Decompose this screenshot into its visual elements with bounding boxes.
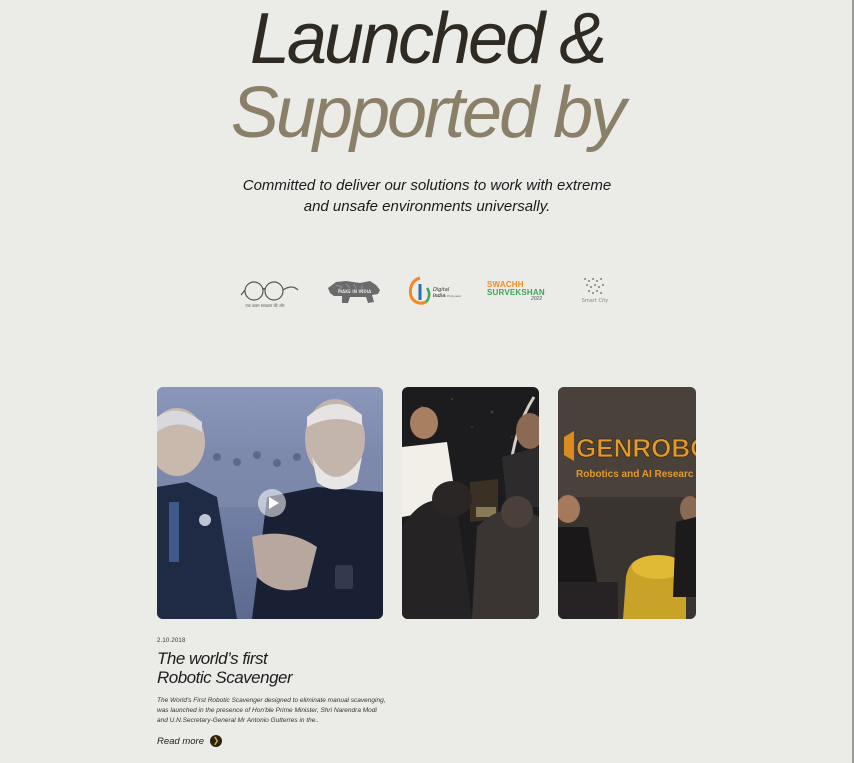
story-date: 2.10.2018: [157, 638, 186, 644]
subtitle-line2: and unsafe environments universally.: [303, 198, 551, 215]
survekshan-year: 2022: [531, 296, 543, 302]
make-in-india-text: MAKE IN INDIA: [338, 289, 372, 294]
digital-india-icon: [408, 276, 431, 305]
story-description: The World's First Robotic Scavenger desi…: [157, 697, 386, 724]
award-photo: [402, 387, 539, 619]
genrobot-subsign: Robotics and AI Researc: [576, 469, 694, 480]
hero-title-line2: Supported by: [230, 73, 626, 153]
digital-india-subtext: Power To Empower: [433, 294, 462, 298]
arrow-right-icon: ❯: [210, 735, 222, 747]
smart-city-logo: Smart City: [578, 276, 612, 308]
play-button[interactable]: [258, 489, 286, 517]
hero-title-line1: Launched &: [249, 0, 607, 79]
smart-city-icon: [584, 278, 604, 294]
genrobotics-photo: GENROBOT Robotics and AI Researc: [558, 387, 696, 619]
subtitle-line1: Committed to deliver our solutions to wo…: [242, 177, 612, 194]
read-more-link[interactable]: Read more ❯: [157, 735, 222, 747]
swachh-survekshan-logo: SWACHH SURVEKSHAN 2022: [487, 280, 551, 304]
hero-subtitle: Committed to deliver our solutions to wo…: [0, 175, 854, 217]
smart-city-text: Smart City: [581, 298, 609, 304]
genrobot-sign: GENROBOT: [576, 433, 696, 463]
swachh-bharat-logo: एक कदम स्वच्छता की ओर: [240, 278, 300, 312]
video-card-launch[interactable]: [157, 387, 383, 619]
partner-logos: एक कदम स्वच्छता की ओर MAKE IN INDIA Digi…: [0, 270, 854, 314]
make-in-india-logo: MAKE IN INDIA: [326, 278, 382, 306]
digital-india-logo: Digital India Power To Empower: [408, 276, 462, 308]
photo-card-genrobotics[interactable]: GENROBOT Robotics and AI Researc: [558, 387, 696, 619]
read-more-label: Read more: [157, 735, 204, 747]
swachh-bharat-text: एक कदम स्वच्छता की ओर: [245, 303, 285, 308]
story-title: The world’s first Robotic Scavenger: [157, 649, 293, 687]
photo-card-award[interactable]: [402, 387, 539, 619]
